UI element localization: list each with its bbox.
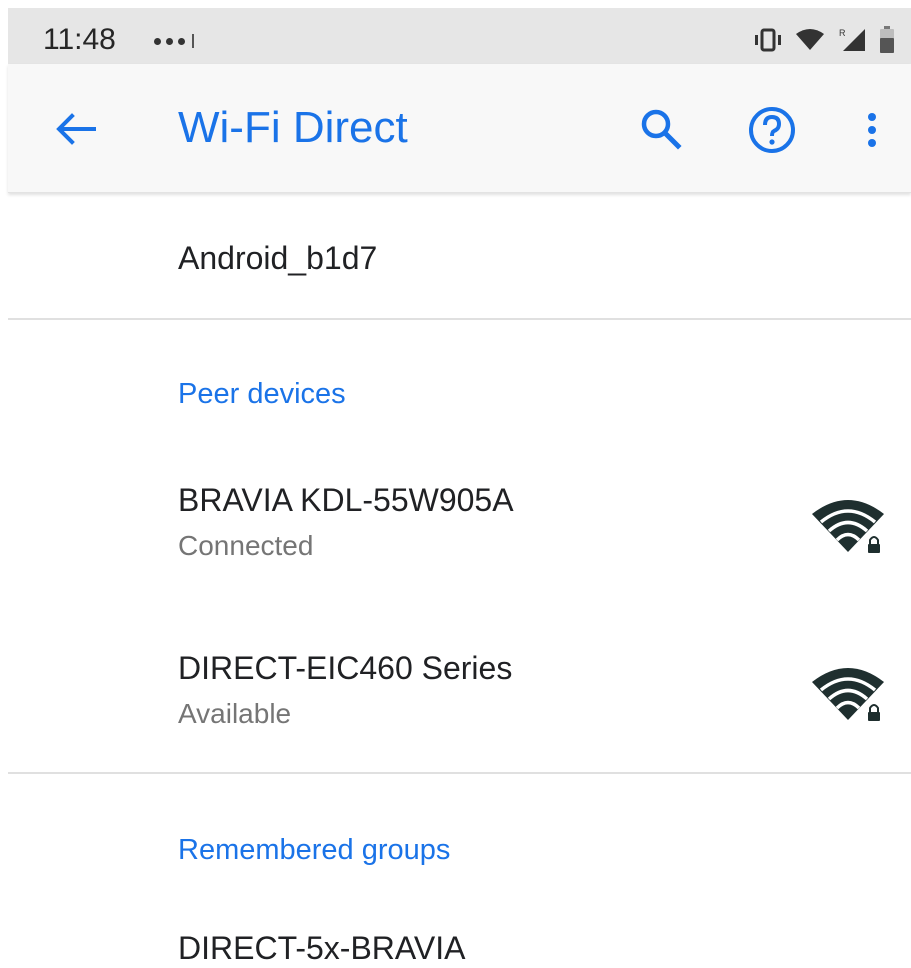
back-button[interactable] (50, 104, 100, 154)
screen: 11:48 R Wi-Fi Direct Android_b1d7 Peer d… (0, 0, 911, 968)
wifi-status-icon (796, 29, 824, 50)
status-icons: R (753, 26, 895, 54)
device-name: Android_b1d7 (178, 240, 378, 276)
peer-device-name: DIRECT-EIC460 Series (178, 650, 513, 686)
status-time: 11:48 (43, 23, 116, 56)
section-header-remembered-groups: Remembered groups (178, 834, 451, 866)
device-name-row[interactable]: Android_b1d7 (0, 194, 911, 318)
peer-device-item[interactable]: DIRECT-EIC460 Series Available (0, 650, 911, 800)
peer-device-status: Connected (178, 530, 314, 561)
page-title: Wi-Fi Direct (178, 103, 408, 152)
cell-signal-icon: R (839, 28, 865, 51)
vibrate-icon (755, 28, 781, 52)
peer-device-item[interactable]: BRAVIA KDL-55W905A Connected (0, 482, 911, 632)
more-options-button[interactable] (852, 102, 892, 158)
peer-device-status: Available (178, 698, 292, 729)
status-bar: 11:48 R (8, 8, 911, 64)
divider (8, 772, 911, 774)
more-vert-icon (868, 113, 876, 147)
notification-dots-icon (154, 34, 194, 48)
help-button[interactable] (744, 102, 800, 158)
section-header-peer-devices: Peer devices (178, 378, 346, 410)
wifi-lock-icon (812, 668, 884, 722)
wifi-lock-icon (812, 500, 884, 554)
search-button[interactable] (634, 102, 688, 156)
svg-text:R: R (839, 28, 846, 38)
peer-device-name: BRAVIA KDL-55W905A (178, 482, 514, 518)
remembered-group-name: DIRECT-5x-BRAVIA (178, 930, 466, 966)
help-circle-icon (749, 107, 795, 153)
battery-icon (880, 26, 894, 53)
remembered-group-item[interactable]: DIRECT-5x-BRAVIA (0, 924, 911, 968)
divider (8, 318, 911, 320)
app-bar: Wi-Fi Direct (8, 64, 911, 193)
arrow-back-icon (56, 113, 96, 145)
search-icon (641, 109, 682, 150)
